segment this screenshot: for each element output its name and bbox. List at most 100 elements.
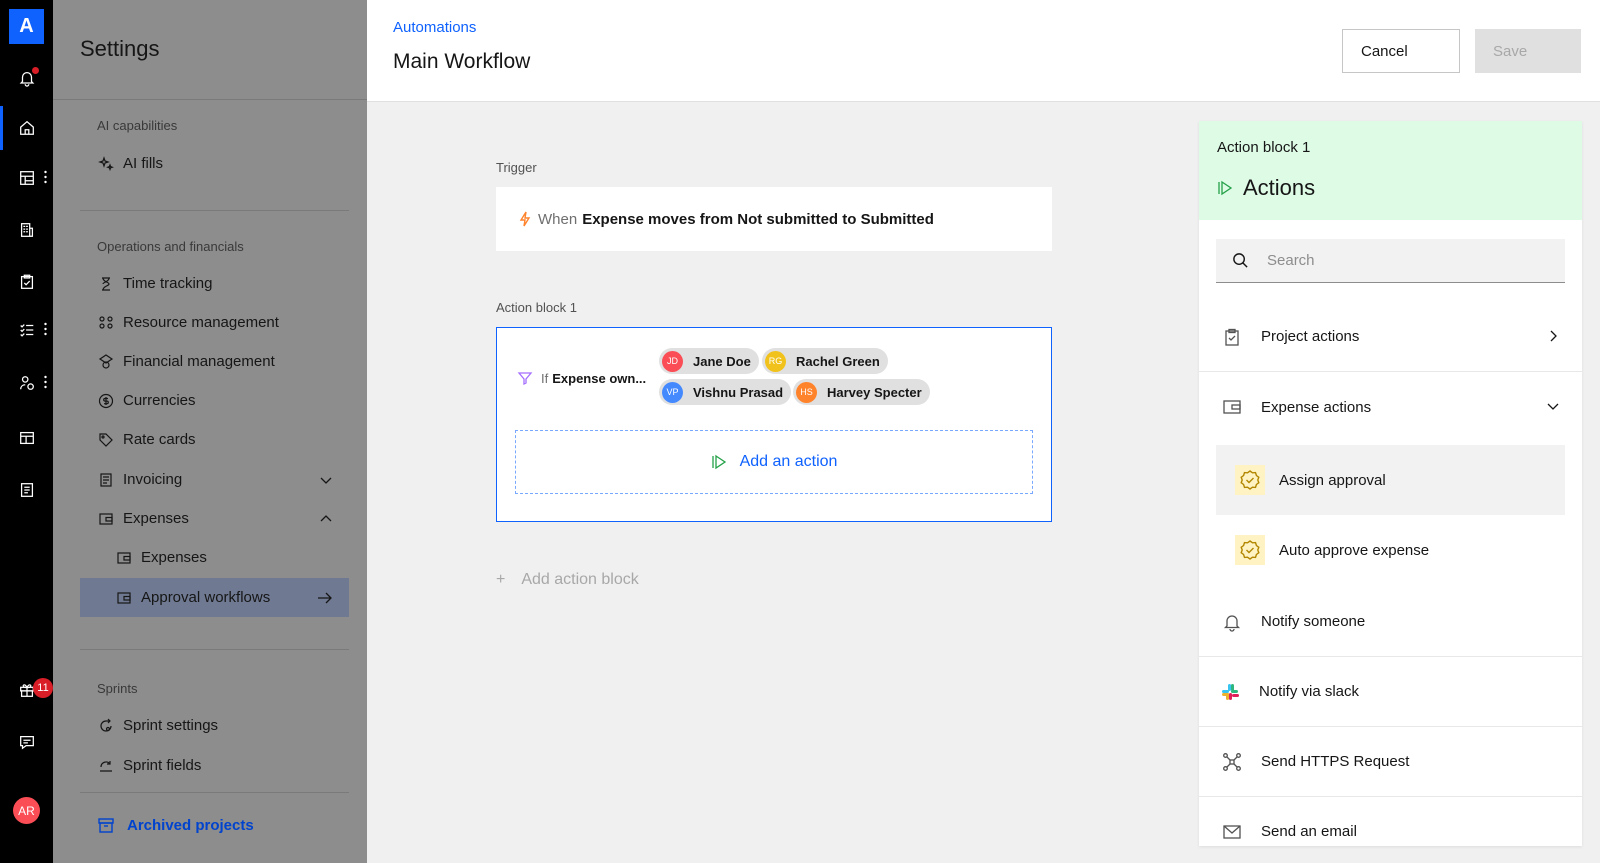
add-action-block-button[interactable]: + Add action block (496, 571, 639, 589)
sidebar-item-resource-management[interactable]: Resource management (80, 303, 349, 342)
chevron-down-icon (1547, 403, 1559, 410)
person-chip[interactable]: VP Vishnu Prasad (659, 379, 792, 405)
avatar: VP (662, 381, 683, 403)
cancel-button[interactable]: Cancel (1342, 29, 1460, 73)
save-button[interactable]: Save (1475, 29, 1581, 73)
action-block-card[interactable]: If Expense own... JD Jane Doe RG Rachel … (496, 327, 1052, 522)
search-field[interactable] (1216, 239, 1565, 283)
sidebar-item-sprint-fields[interactable]: Sprint fields (80, 746, 349, 785)
assign-approval-label: Assign approval (1279, 471, 1386, 489)
user-avatar[interactable]: AR (13, 797, 40, 824)
sidebar-item-label: Rate cards (123, 431, 196, 448)
report-icon (20, 483, 33, 497)
feedback-button[interactable] (0, 724, 53, 760)
tag-icon (97, 431, 115, 449)
sidebar-item-label: Approval workflows (141, 589, 271, 606)
notify-someone-label: Notify someone (1261, 613, 1366, 630)
chevron-up-icon[interactable] (319, 512, 333, 526)
notifications-button[interactable] (0, 60, 53, 96)
play-icon (1218, 180, 1233, 196)
search-icon (1233, 253, 1248, 268)
person-chip[interactable]: HS Harvey Specter (793, 379, 930, 405)
wallet-icon (115, 589, 133, 607)
auto-approve-item[interactable]: Auto approve expense (1216, 515, 1565, 585)
sidebar-item-label: Resource management (123, 314, 279, 331)
chevron-right-icon (1550, 330, 1557, 342)
dashboards-button[interactable] (0, 160, 53, 196)
assign-approval-item[interactable]: Assign approval (1216, 445, 1565, 515)
clipboard-icon (20, 274, 33, 289)
approval-badge-icon (1235, 535, 1265, 565)
sidebar-item-invoicing[interactable]: Invoicing (80, 460, 349, 499)
sidebar-item-time-tracking[interactable]: Time tracking (80, 264, 349, 303)
trigger-when: When (538, 210, 578, 228)
send-https-label: Send HTTPS Request (1261, 753, 1410, 770)
trigger-condition: Expense moves from Not submitted to Subm… (582, 210, 934, 228)
archived-projects-label: Archived projects (127, 816, 254, 834)
sidebar-item-approval-workflows[interactable]: Approval workflows (80, 578, 349, 617)
condition-row[interactable]: If Expense own... (517, 370, 646, 386)
section-label-sprints: Sprints (97, 681, 138, 696)
add-action-button[interactable]: Add an action (515, 430, 1033, 494)
sparkle-icon (97, 155, 115, 173)
bell-icon (1221, 611, 1243, 633)
more-icon[interactable] (44, 170, 47, 184)
more-icon[interactable] (44, 322, 47, 336)
sidebar-item-label: Sprint fields (123, 757, 202, 774)
sprint-settings-icon (97, 717, 115, 735)
sidebar-item-currencies[interactable]: Currencies (80, 381, 349, 420)
archived-projects-link[interactable]: Archived projects (97, 816, 254, 834)
add-action-block-label: Add action block (521, 571, 639, 588)
person-chip[interactable]: JD Jane Doe (659, 348, 759, 374)
sidebar-item-financial-management[interactable]: Financial management (80, 342, 349, 381)
slack-icon (1219, 681, 1241, 703)
divider (80, 792, 349, 793)
home-button[interactable] (0, 110, 53, 146)
sidebar-item-expenses-sub[interactable]: Expenses (80, 538, 349, 577)
notify-someone-row[interactable]: Notify someone (1199, 587, 1582, 657)
archive-icon (98, 818, 114, 833)
search-input[interactable] (1267, 252, 1547, 269)
panel-title-text: Actions (1243, 175, 1316, 200)
layout-icon (19, 431, 34, 445)
more-icon[interactable] (44, 375, 47, 389)
project-actions-row[interactable]: Project actions (1199, 302, 1582, 372)
portfolio-button[interactable] (0, 212, 53, 248)
sidebar-item-rate-cards[interactable]: Rate cards (80, 420, 349, 459)
templates-button[interactable] (0, 420, 53, 456)
chevron-down-icon[interactable] (319, 473, 333, 487)
page-header: Automations Main Workflow Cancel Save (367, 0, 1600, 102)
people-group-icon (97, 314, 115, 332)
trigger-label: Trigger (496, 160, 537, 175)
page-title: Main Workflow (393, 50, 531, 73)
hourglass-icon (97, 275, 115, 293)
projects-button[interactable] (0, 264, 53, 300)
invoice-icon (97, 471, 115, 489)
network-icon (1221, 751, 1243, 773)
app-logo[interactable]: A (9, 9, 44, 44)
panel-subtitle: Action block 1 (1217, 139, 1311, 156)
sidebar-item-label: AI fills (123, 155, 164, 172)
home-icon (19, 120, 34, 135)
project-actions-label: Project actions (1261, 328, 1360, 345)
divider (80, 649, 349, 650)
person-chip[interactable]: RG Rachel Green (762, 348, 888, 374)
trigger-card[interactable]: When Expense moves from Not submitted to… (496, 187, 1052, 251)
notify-slack-row[interactable]: Notify via slack (1199, 657, 1582, 727)
sidebar-item-expenses[interactable]: Expenses (80, 499, 349, 538)
sidebar-item-label: Currencies (123, 392, 196, 409)
tasks-button[interactable] (0, 312, 53, 348)
panel-header: Action block 1 Actions (1199, 121, 1582, 220)
add-action-label: Add an action (739, 453, 838, 470)
people-icon (19, 376, 34, 390)
updates-badge: 11 (33, 678, 53, 698)
reports-button[interactable] (0, 472, 53, 508)
sidebar-item-ai-fills[interactable]: AI fills (80, 144, 349, 183)
sidebar-item-sprint-settings[interactable]: Sprint settings (80, 706, 349, 745)
arrow-right-icon (318, 592, 332, 604)
send-https-row[interactable]: Send HTTPS Request (1199, 727, 1582, 797)
people-button[interactable] (0, 365, 53, 401)
send-email-row[interactable]: Send an email (1199, 797, 1582, 846)
expense-actions-row[interactable]: Expense actions (1199, 372, 1582, 442)
breadcrumb[interactable]: Automations (393, 19, 476, 36)
